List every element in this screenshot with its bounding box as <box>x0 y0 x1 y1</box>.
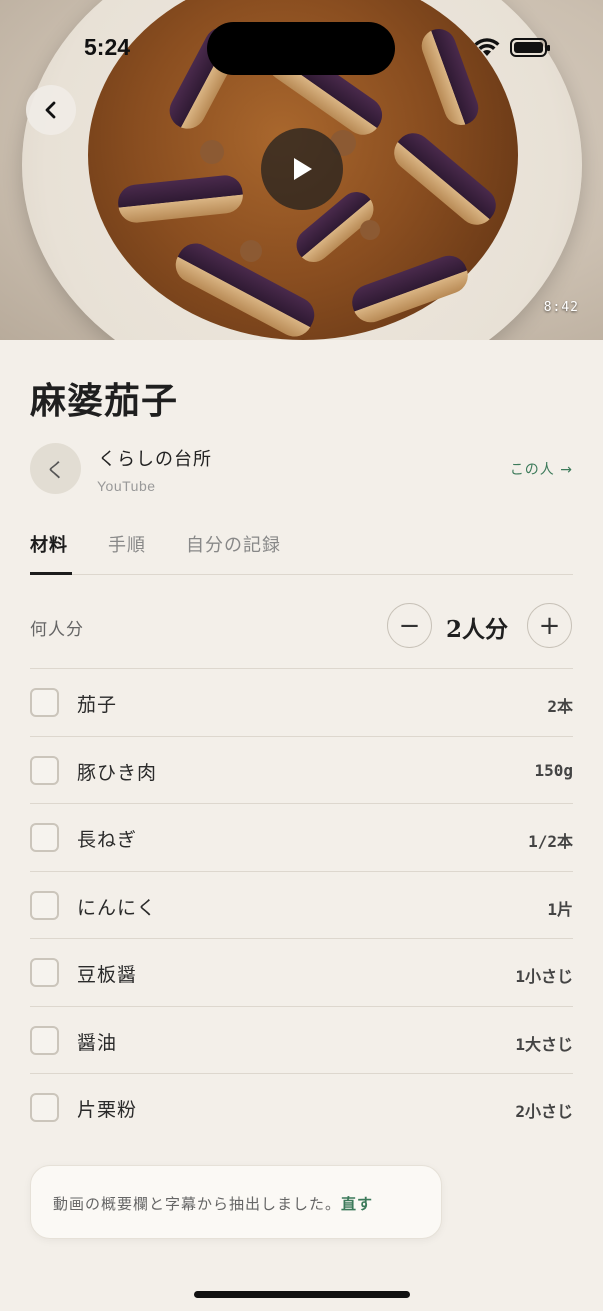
chevron-left-icon <box>45 101 56 119</box>
ingredient-checkbox[interactable] <box>30 1025 59 1055</box>
ingredient-checkbox[interactable] <box>30 823 59 852</box>
dynamic-island <box>207 22 395 75</box>
status-time: 5:24 <box>84 34 131 60</box>
video-player[interactable]: 5:24 8:42 <box>0 0 603 340</box>
increase-servings-button[interactable]: + <box>527 603 572 648</box>
ingredient-row: 豆板醤 1小さじ <box>30 939 573 1007</box>
author-avatar: く <box>30 443 81 494</box>
decrease-servings-button[interactable]: − <box>387 603 432 648</box>
back-button[interactable] <box>26 85 76 135</box>
recipe-title: 麻婆茄子 <box>30 380 179 422</box>
servings-row: 何人分 − 2人分 + <box>30 603 573 669</box>
ingredient-name: 長ねぎ <box>77 829 138 851</box>
ingredient-name: 醤油 <box>77 1031 118 1054</box>
recipe-tabs: 材料 手順 自分の記録 <box>30 528 573 575</box>
ingredient-quantity: 150g <box>534 760 573 780</box>
ingredient-row: 片栗粉 2小さじ <box>30 1074 573 1142</box>
ingredient-quantity: 2本 <box>547 697 573 716</box>
ingredient-checkbox[interactable] <box>30 755 59 785</box>
ingredient-row: 豚ひき肉 150g <box>30 737 573 804</box>
battery-icon <box>510 38 550 57</box>
ingredient-quantity: 1小さじ <box>515 967 573 986</box>
ingredient-checkbox[interactable] <box>30 890 59 920</box>
author-row: く くらしの台所 YouTube この人 → <box>30 443 573 495</box>
ingredient-checkbox[interactable] <box>30 688 59 717</box>
home-indicator <box>194 1291 410 1298</box>
ingredient-name: にんにく <box>77 896 157 919</box>
active-tab-indicator <box>30 572 72 575</box>
ingredient-name: 片栗粉 <box>77 1099 138 1121</box>
fix-link[interactable]: 直す <box>341 1195 373 1213</box>
tab-ingredients[interactable]: 材料 <box>30 531 68 557</box>
status-icons <box>474 38 550 57</box>
ingredient-quantity: 1/2本 <box>528 832 573 851</box>
note-text: 動画の概要欄と字幕から抽出しました。 <box>53 1195 342 1213</box>
ingredient-quantity: 1片 <box>547 899 573 919</box>
ingredient-row: にんにく 1片 <box>30 872 573 939</box>
ingredient-quantity: 1大さじ <box>515 1034 573 1054</box>
servings-value: 2人分 <box>446 616 509 643</box>
video-duration: 8:42 <box>543 300 579 315</box>
ingredient-name: 茄子 <box>77 694 118 716</box>
wifi-icon <box>474 38 500 56</box>
minced-meat <box>360 220 380 240</box>
ingredient-row: 長ねぎ 1/2本 <box>30 804 573 872</box>
tab-steps[interactable]: 手順 <box>108 531 146 557</box>
servings-label: 何人分 <box>30 620 84 640</box>
author-source: YouTube <box>97 478 156 494</box>
author-name: くらしの台所 <box>98 449 212 470</box>
ingredient-name: 豚ひき肉 <box>77 761 158 784</box>
minced-meat <box>200 140 224 164</box>
ingredient-row: 醤油 1大さじ <box>30 1007 573 1074</box>
ingredient-row: 茄子 2本 <box>30 669 573 737</box>
ingredient-list: 茄子 2本 豚ひき肉 150g 長ねぎ 1/2本 にんにく 1片 豆板醤 1小さ… <box>30 669 573 1142</box>
author-profile-link[interactable]: この人 → <box>510 459 573 479</box>
play-icon <box>294 158 312 180</box>
ingredient-name: 豆板醤 <box>77 964 138 986</box>
tab-my-notes[interactable]: 自分の記録 <box>186 531 281 557</box>
ingredient-quantity: 2小さじ <box>515 1102 573 1121</box>
extraction-note: 動画の概要欄と字幕から抽出しました。直す <box>30 1165 442 1239</box>
note-text-wrapper: 動画の概要欄と字幕から抽出しました。直す <box>53 1193 373 1214</box>
play-button[interactable] <box>261 128 343 210</box>
ingredient-checkbox[interactable] <box>30 1093 59 1122</box>
minced-meat <box>240 240 262 262</box>
ingredient-checkbox[interactable] <box>30 958 59 987</box>
